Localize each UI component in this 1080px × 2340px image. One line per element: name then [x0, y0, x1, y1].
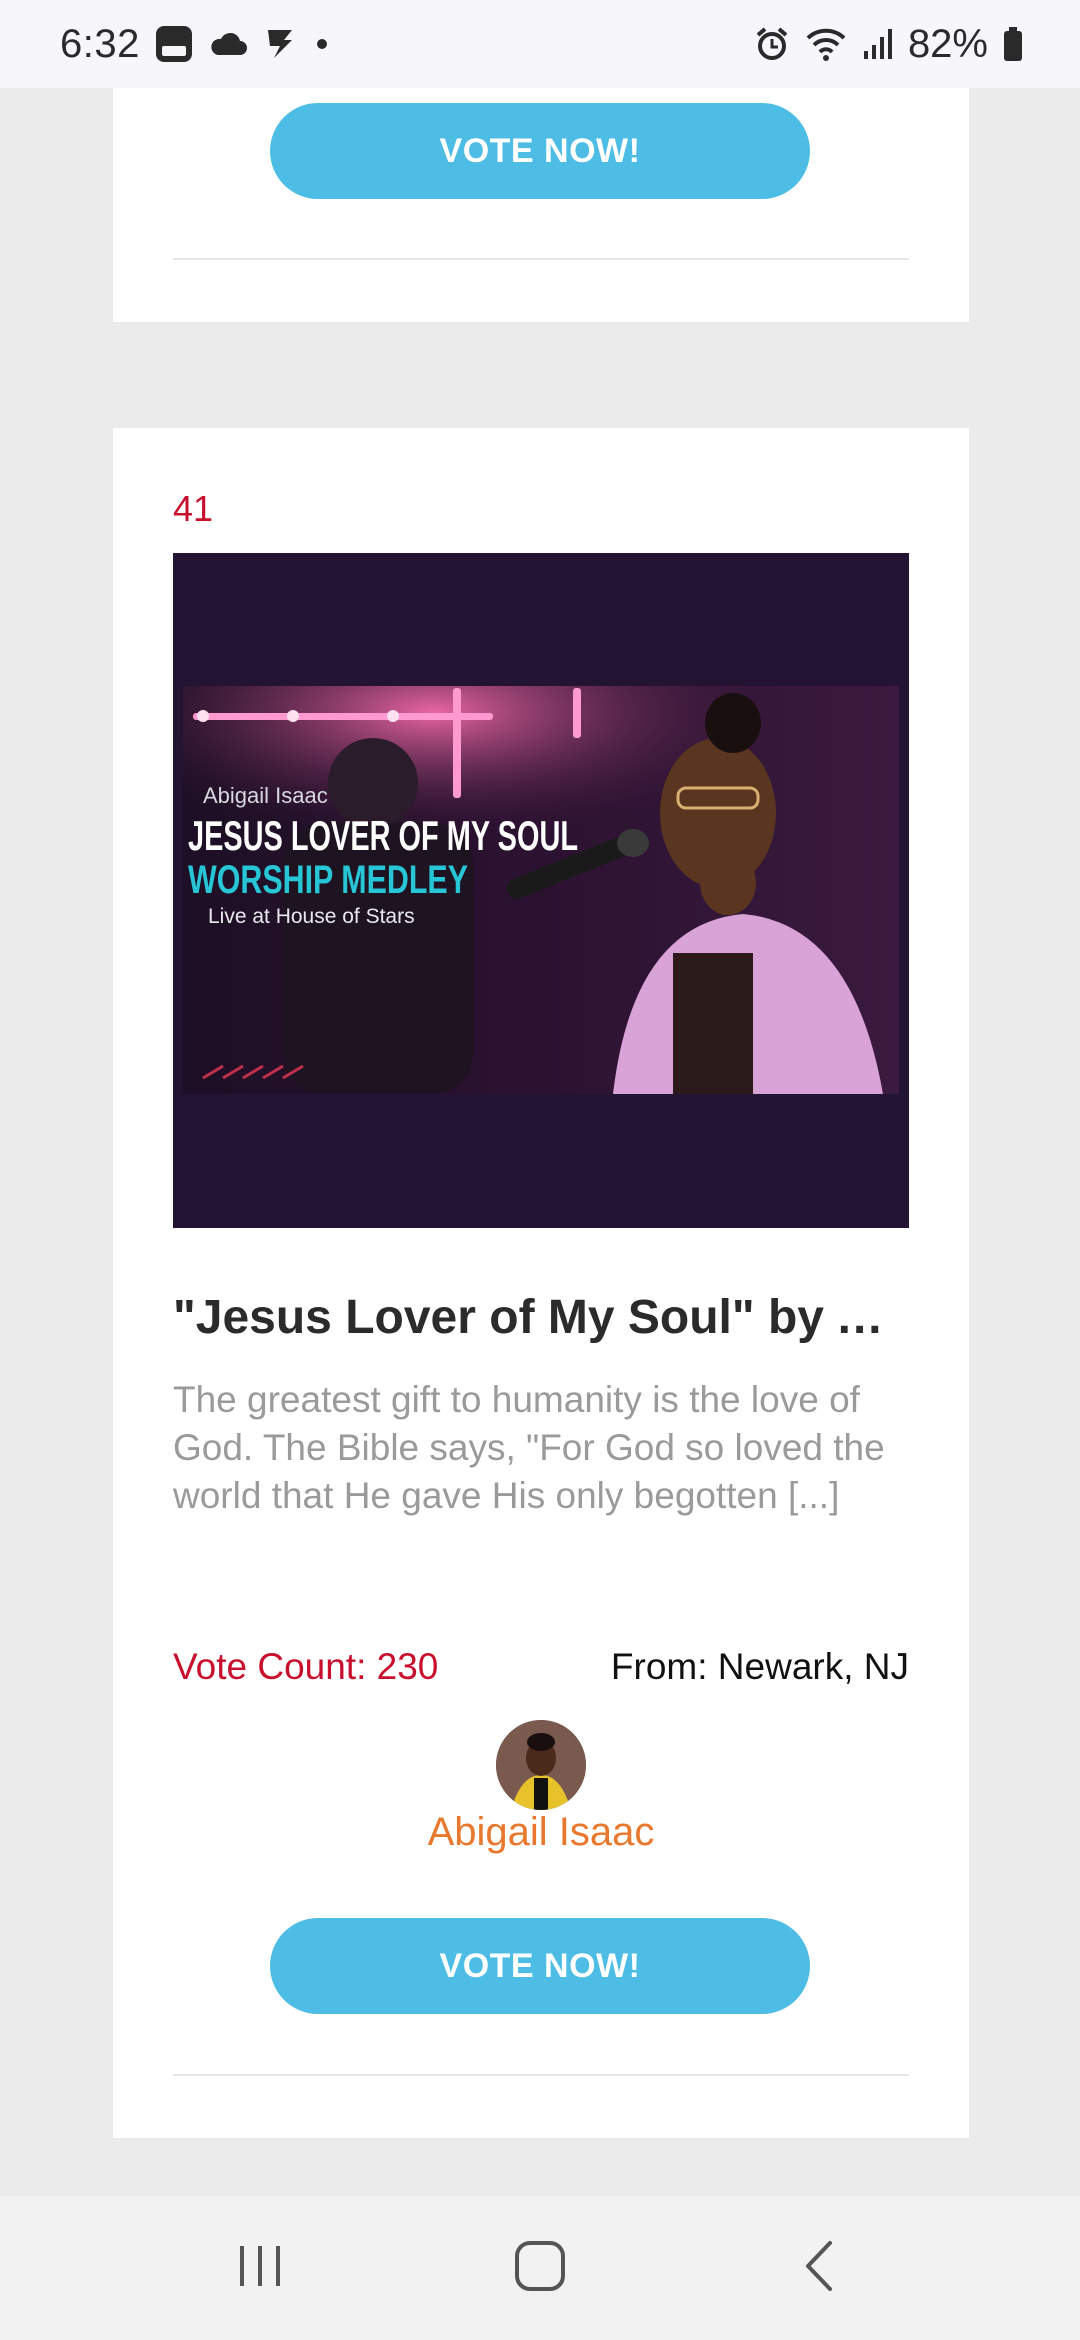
- status-time: 6:32: [60, 21, 140, 66]
- thumbnail-title-text: JESUS LOVER OF MY SOUL: [188, 812, 578, 859]
- thumbnail-artist-text: Abigail Isaac: [203, 783, 328, 808]
- cloud-icon: [208, 29, 248, 59]
- thumbnail-venue-text: Live at House of Stars: [208, 905, 415, 928]
- vote-now-button[interactable]: VOTE NOW!: [270, 103, 810, 199]
- divider: [173, 2074, 909, 2076]
- divider: [173, 258, 909, 260]
- vote-count: Vote Count: 230: [173, 1646, 439, 1687]
- gallery-app-icon: [154, 24, 194, 64]
- entry-rank: 41: [173, 488, 214, 529]
- vote-now-button[interactable]: VOTE NOW!: [270, 1918, 810, 2014]
- home-button[interactable]: [480, 2218, 600, 2318]
- entry-location: From: Newark, NJ: [610, 1646, 909, 1687]
- status-bar: 6:32 82%: [0, 0, 1080, 88]
- home-icon: [513, 2239, 567, 2298]
- thumbnail-image: Abigail Isaac JESUS LOVER OF MY SOUL WOR…: [183, 686, 899, 1094]
- thumbnail-subtitle-text: WORSHIP MEDLEY: [188, 858, 468, 902]
- video-thumbnail[interactable]: Abigail Isaac JESUS LOVER OF MY SOUL WOR…: [173, 553, 909, 1228]
- back-button[interactable]: [760, 2218, 880, 2318]
- author-name-link[interactable]: Abigail Isaac: [113, 1810, 969, 1855]
- battery-percent: 82%: [907, 21, 988, 66]
- system-navigation-bar: [0, 2196, 1080, 2340]
- entry-title[interactable]: "Jesus Lover of My Soul" by Abigail Isaa…: [173, 1290, 909, 1345]
- wifi-icon: [804, 26, 848, 62]
- recents-icon: [235, 2241, 285, 2296]
- author-avatar[interactable]: [496, 1720, 586, 1810]
- back-icon: [800, 2239, 840, 2298]
- entry-excerpt: The greatest gift to humanity is the lov…: [173, 1379, 885, 1516]
- battery-icon: [1002, 26, 1024, 62]
- status-bar-right: 82%: [754, 22, 1024, 67]
- alarm-icon: [754, 26, 790, 62]
- status-bar-left: 6:32: [60, 22, 332, 67]
- recents-button[interactable]: [200, 2218, 320, 2318]
- flash-app-icon: [262, 26, 298, 62]
- entry-card: 41 Abigail Isaac JESUS LOVER OF MY SOUL …: [113, 428, 969, 2138]
- signal-icon: [862, 27, 894, 61]
- dot-icon: [312, 34, 332, 54]
- previous-entry-card: VOTE NOW!: [113, 88, 969, 322]
